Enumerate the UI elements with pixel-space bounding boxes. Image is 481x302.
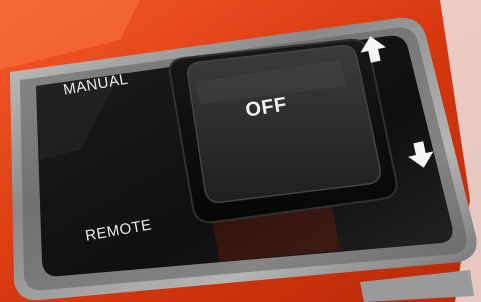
rocker-switch-photo: MANUAL REMOTE OFF — [0, 0, 481, 302]
arrow-down-icon — [408, 141, 434, 168]
arrow-up-icon — [360, 36, 386, 63]
